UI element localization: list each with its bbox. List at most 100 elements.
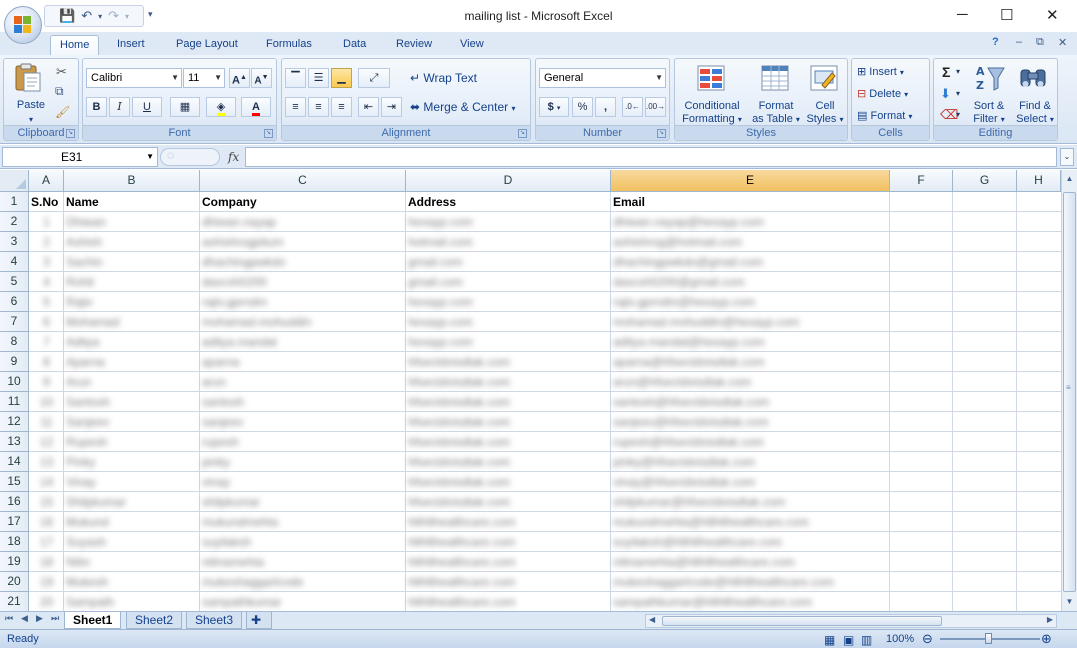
first-sheet-icon[interactable]: ⏮ <box>5 613 13 624</box>
ribbon-minimize-icon[interactable]: – <box>1016 36 1022 48</box>
orientation-button[interactable]: ⤢ <box>358 68 390 88</box>
increase-decimal-button[interactable]: .0← <box>622 97 643 117</box>
row-header[interactable]: 6 <box>0 292 29 312</box>
address-cell[interactable]: hfsectdvisdtak.com <box>406 352 611 372</box>
name-cell[interactable]: Mohamad <box>64 312 200 332</box>
name-cell[interactable]: Mukund <box>64 512 200 532</box>
s-no-cell[interactable]: 15 <box>29 492 64 512</box>
name-cell[interactable]: Shilpkumar <box>64 492 200 512</box>
email-cell[interactable]: suyilaksh@hlthlthealthcare.com <box>611 532 890 552</box>
delete-cells-button[interactable]: ⊟ Delete ▾ <box>857 87 908 100</box>
s-no-cell[interactable]: 6 <box>29 312 64 332</box>
s-no-cell[interactable]: 9 <box>29 372 64 392</box>
column-header-h[interactable]: H <box>1017 170 1061 192</box>
email-cell[interactable]: mukundmehta@hlthlthealthcare.com <box>611 512 890 532</box>
ribbon-restore-icon[interactable]: ⧉ <box>1036 36 1044 49</box>
email-cell[interactable]: aditya.mandal@hexayp.com <box>611 332 890 352</box>
tab-home[interactable]: Home <box>50 35 100 55</box>
company-cell[interactable]: ashishrogpitum <box>200 232 406 252</box>
name-cell[interactable]: Pinky <box>64 452 200 472</box>
email-cell[interactable]: Email <box>611 192 890 212</box>
company-cell[interactable]: dascsh0200 <box>200 272 406 292</box>
email-cell[interactable]: sanjeev@hfsectdvisdtak.com <box>611 412 890 432</box>
name-cell[interactable]: Rajiv <box>64 292 200 312</box>
worksheet-grid[interactable]: A B C D E F G H 1 S.No Name Company Address E… <box>0 170 1061 611</box>
formula-input[interactable] <box>245 147 1057 167</box>
email-cell[interactable]: vinay@hfsectdvisdtak.com <box>611 472 890 492</box>
name-cell[interactable]: Nitin <box>64 552 200 572</box>
paste-icon[interactable] <box>12 62 44 94</box>
chevron-down-icon[interactable]: ▾ <box>956 110 960 119</box>
office-button[interactable] <box>4 6 42 44</box>
name-cell[interactable]: Sachin <box>64 252 200 272</box>
alignment-launcher-icon[interactable]: ↘ <box>518 129 527 138</box>
address-cell[interactable]: hfsectdvisdtak.com <box>406 472 611 492</box>
column-header-b[interactable]: B <box>64 170 200 192</box>
company-cell[interactable]: dhachingpwkdo <box>200 252 406 272</box>
format-cells-button[interactable]: ▤ Format ▾ <box>857 109 912 122</box>
address-cell[interactable]: hexayp.com <box>406 292 611 312</box>
normal-view-icon[interactable]: ▦ <box>824 631 835 648</box>
fill-color-button[interactable]: ◈ <box>206 97 236 117</box>
address-cell[interactable]: hexayp.com <box>406 332 611 352</box>
name-cell[interactable]: Suyash <box>64 532 200 552</box>
horizontal-scroll-thumb[interactable] <box>662 616 942 626</box>
shrink-font-button[interactable]: A▼ <box>251 68 272 88</box>
insert-cells-button[interactable]: ⊞ Insert ▾ <box>857 65 904 78</box>
email-cell[interactable]: pinky@hfsectdvisdtak.com <box>611 452 890 472</box>
column-header-f[interactable]: F <box>890 170 953 192</box>
company-cell[interactable]: pinky <box>200 452 406 472</box>
address-cell[interactable]: Address <box>406 192 611 212</box>
company-cell[interactable]: mukundmehta <box>200 512 406 532</box>
insert-function-icon[interactable]: fx <box>228 150 239 164</box>
row-header[interactable]: 19 <box>0 552 29 572</box>
row-header[interactable]: 1 <box>0 192 29 212</box>
address-cell[interactable]: hfsectdvisdtak.com <box>406 372 611 392</box>
name-cell[interactable]: Mukesh <box>64 572 200 592</box>
chevron-down-icon[interactable]: ▾ <box>956 67 960 76</box>
column-header-c[interactable]: C <box>200 170 406 192</box>
bold-button[interactable]: B <box>86 97 107 117</box>
chevron-down-icon[interactable]: ▾ <box>956 89 960 98</box>
row-header[interactable]: 14 <box>0 452 29 472</box>
name-cell[interactable]: Arun <box>64 372 200 392</box>
row-header[interactable]: 12 <box>0 412 29 432</box>
paste-button[interactable]: Paste <box>6 99 56 112</box>
company-cell[interactable]: aditya.mandal <box>200 332 406 352</box>
row-header[interactable]: 17 <box>0 512 29 532</box>
name-cell[interactable]: Rohit <box>64 272 200 292</box>
address-cell[interactable]: hlthlthealthcare.com <box>406 552 611 572</box>
ribbon-close-icon[interactable]: ✕ <box>1058 36 1067 49</box>
row-header[interactable]: 11 <box>0 392 29 412</box>
maximize-button[interactable]: ☐ <box>1000 6 1013 24</box>
address-cell[interactable]: hfsectdvisdtak.com <box>406 452 611 472</box>
last-sheet-icon[interactable]: ⏭ <box>51 613 59 624</box>
tab-view[interactable]: View <box>451 35 493 55</box>
company-cell[interactable]: shilpkumar <box>200 492 406 512</box>
scroll-down-icon[interactable]: ▼ <box>1063 595 1076 609</box>
scroll-left-icon[interactable]: ◀ <box>649 615 655 624</box>
row-header[interactable]: 18 <box>0 532 29 552</box>
cell-styles-button[interactable]: Cell Styles ▾ <box>803 100 847 126</box>
align-middle-button[interactable]: ☰ <box>308 68 329 88</box>
s-no-cell[interactable]: 7 <box>29 332 64 352</box>
company-cell[interactable]: Company <box>200 192 406 212</box>
tab-review[interactable]: Review <box>387 35 441 55</box>
merge-center-button[interactable]: ⬌ Merge & Center ▾ <box>410 100 515 114</box>
name-cell[interactable]: Name <box>64 192 200 212</box>
scroll-right-icon[interactable]: ▶ <box>1047 615 1053 624</box>
s-no-cell[interactable]: 3 <box>29 252 64 272</box>
column-header-e[interactable]: E <box>611 170 890 192</box>
align-bottom-button[interactable]: ▁ <box>331 68 352 88</box>
page-layout-view-icon[interactable]: ▣ <box>843 631 854 648</box>
company-cell[interactable]: sanjeev <box>200 412 406 432</box>
s-no-cell[interactable]: 12 <box>29 432 64 452</box>
row-header[interactable]: 9 <box>0 352 29 372</box>
tab-page-layout[interactable]: Page Layout <box>167 35 247 55</box>
email-cell[interactable]: arun@hfsectdvisdtak.com <box>611 372 890 392</box>
s-no-cell[interactable]: 5 <box>29 292 64 312</box>
select-all-button[interactable] <box>0 170 29 192</box>
s-no-cell[interactable]: 8 <box>29 352 64 372</box>
email-cell[interactable]: nitinamehta@hlthlthealthcare.com <box>611 552 890 572</box>
formula-bar-resizer[interactable]: ◌ <box>160 148 220 166</box>
